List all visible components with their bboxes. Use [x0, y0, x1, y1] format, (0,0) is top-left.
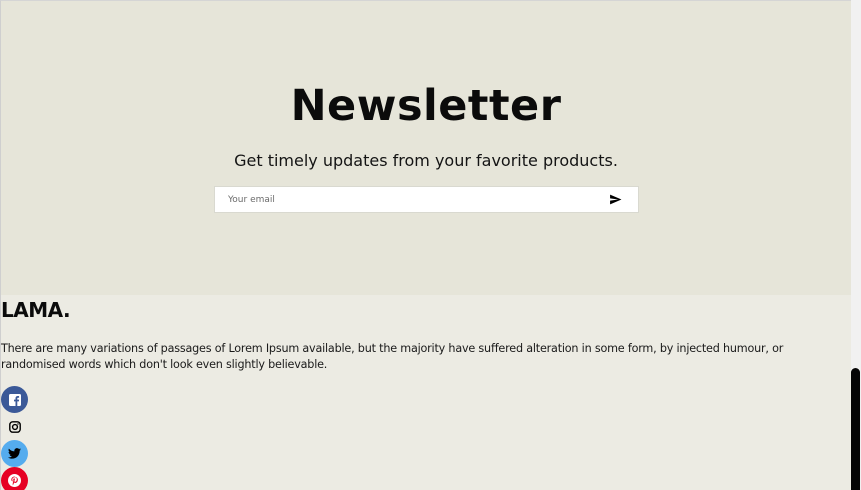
scrollbar-track[interactable] — [851, 0, 861, 490]
newsletter-description: Get timely updates from your favorite pr… — [234, 151, 618, 170]
facebook-button[interactable] — [1, 386, 28, 413]
footer-description: There are many variations of passages of… — [1, 342, 784, 371]
pinterest-icon — [8, 474, 21, 487]
instagram-button[interactable] — [1, 413, 28, 440]
send-icon — [609, 194, 621, 205]
newsletter-title: Newsletter — [290, 81, 562, 131]
instagram-icon — [8, 420, 21, 433]
newsletter-section: Newsletter Get timely updates from your … — [1, 1, 851, 295]
twitter-button[interactable] — [1, 440, 28, 467]
email-input[interactable] — [215, 187, 592, 212]
page: Newsletter Get timely updates from your … — [0, 0, 851, 490]
browser-viewport: Newsletter Get timely updates from your … — [0, 0, 861, 490]
newsletter-form — [214, 186, 639, 213]
send-button[interactable] — [592, 187, 638, 212]
footer-logo: LAMA. — [1, 298, 71, 322]
scrollbar-thumb[interactable] — [851, 368, 860, 490]
facebook-icon — [8, 393, 21, 406]
twitter-icon — [8, 448, 21, 459]
pinterest-button[interactable] — [1, 467, 28, 490]
